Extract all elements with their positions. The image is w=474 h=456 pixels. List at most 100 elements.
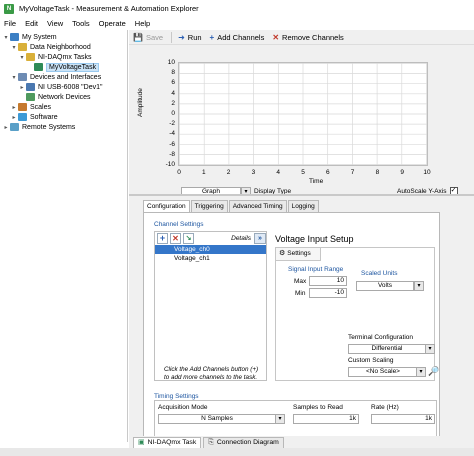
tree-label: Devices and Interfaces (30, 73, 102, 81)
channel-settings-title: Channel Settings (154, 221, 204, 228)
tab-connection-diagram[interactable]: ⎘ Connection Diagram (203, 437, 284, 448)
expand-arrow-icon[interactable]: ▸ (2, 124, 10, 131)
software-icon (18, 113, 27, 121)
tree-item-myvoltagetask[interactable]: MyVoltageTask (34, 62, 100, 72)
x-tick-label: 0 (177, 169, 181, 176)
save-icon: 💾 (133, 32, 143, 42)
add-channels-label: Add Channels (217, 32, 265, 42)
min-input[interactable]: -10 (309, 288, 347, 298)
max-input[interactable]: 10 (309, 276, 347, 286)
expand-arrow-icon[interactable]: ▸ (10, 114, 18, 121)
collapse-arrow-icon[interactable]: ▾ (2, 34, 10, 41)
add-channels-button[interactable]: + Add Channels (210, 33, 265, 42)
dropdown-arrow-icon[interactable]: ▾ (416, 367, 426, 377)
menu-operate[interactable]: Operate (99, 19, 126, 28)
toolbar: 💾 Save ➜ Run + Add Channels ✕ Remove Cha… (129, 30, 474, 45)
bottom-tab-bar: ▣ NI-DAQmx Task ⎘ Connection Diagram (129, 436, 474, 448)
app-icon: N (4, 3, 14, 14)
add-channel-icon[interactable]: + (157, 233, 168, 244)
run-label: Run (187, 32, 202, 42)
devices-icon (18, 73, 27, 81)
expand-arrow-icon[interactable]: ▸ (18, 84, 26, 91)
remote-systems-icon (10, 123, 19, 131)
collapse-arrow-icon[interactable]: ▾ (10, 74, 18, 81)
tree-label: Scales (30, 103, 52, 111)
samples-to-read-input[interactable]: 1k (293, 414, 359, 424)
dropdown-arrow-icon[interactable]: ▾ (275, 414, 285, 424)
y-tick-label: -6 (169, 140, 175, 148)
y-tick-label: -2 (169, 120, 175, 128)
tree-item-devices-interfaces[interactable]: ▾ Devices and Interfaces (10, 72, 101, 82)
x-tick-label: 7 (350, 169, 355, 176)
dropdown-arrow-icon[interactable]: ▾ (414, 281, 424, 291)
tab-logging[interactable]: Logging (287, 200, 319, 212)
tree-item-remote-systems[interactable]: ▸ Remote Systems (2, 122, 75, 132)
rate-input[interactable]: 1k (371, 414, 435, 424)
pin-icon[interactable]: ↘ (183, 233, 194, 244)
details-label: Details (231, 235, 251, 242)
title-bar: N MyVoltageTask - Measurement & Automati… (0, 0, 474, 17)
diagram-icon: ⎘ (208, 439, 214, 446)
tab-daqmx-task[interactable]: ▣ NI-DAQmx Task (133, 437, 202, 448)
folder-icon (18, 43, 27, 51)
min-label: Min (295, 290, 306, 297)
plot-grid (179, 63, 427, 165)
tree-label: Remote Systems (22, 123, 76, 131)
tree-item-usb-6008[interactable]: ▸ NI USB-6008 "Dev1" (18, 82, 103, 92)
max-label: Max (294, 278, 307, 285)
scale-edit-icon[interactable]: 🔎 (428, 366, 439, 377)
y-axis-label: Amplitude (137, 88, 144, 117)
scales-icon (18, 103, 27, 111)
window-title: MyVoltageTask - Measurement & Automation… (19, 4, 199, 13)
menu-edit[interactable]: Edit (25, 19, 38, 28)
menu-file[interactable]: File (4, 19, 16, 28)
menu-help[interactable]: Help (135, 19, 150, 28)
tree-item-scales[interactable]: ▸ Scales (10, 102, 51, 112)
graph-panel: Amplitude 10 8 6 4 2 0 -2 -4 -6 -8 -10 0 1 2 3 4 5 6 7 8 9 1… (129, 45, 474, 197)
dropdown-arrow-icon[interactable]: ▾ (425, 344, 435, 354)
tab-settings[interactable]: ⚙ Settings (276, 248, 321, 261)
x-tick-label: 6 (325, 169, 330, 176)
tree-item-software[interactable]: ▸ Software (10, 112, 58, 122)
collapse-arrow-icon[interactable]: ▾ (10, 44, 18, 51)
tab-triggering[interactable]: Triggering (190, 200, 228, 212)
plot-area[interactable] (178, 62, 428, 166)
expand-details-icon[interactable]: » (254, 233, 266, 244)
channel-item-ch0[interactable]: Voltage_ch0 (155, 245, 266, 254)
scaled-units-select[interactable]: Volts (356, 281, 414, 291)
channel-item-ch1[interactable]: Voltage_ch1 (155, 254, 266, 263)
terminal-config-select[interactable]: Differential (348, 344, 426, 354)
y-tick-label: -4 (169, 130, 175, 138)
tree-item-data-neighborhood[interactable]: ▾ Data Neighborhood (10, 42, 91, 52)
tree-item-network-devices[interactable]: Network Devices (26, 92, 91, 102)
rate-label: Rate (Hz) (371, 404, 399, 411)
terminal-config-label: Terminal Configuration (348, 334, 414, 341)
tree-label: MyVoltageTask (46, 62, 100, 72)
voltage-setup-title: Voltage Input Setup (275, 234, 354, 244)
tree-item-my-system[interactable]: ▾ My System (2, 32, 57, 42)
run-button[interactable]: ➜ Run (178, 33, 201, 42)
tree-item-daqmx-tasks[interactable]: ▾ NI-DAQmx Tasks (18, 52, 92, 62)
menu-bar: File Edit View Tools Operate Help (0, 17, 474, 30)
acquisition-mode-select[interactable]: N Samples (158, 414, 276, 424)
channel-hint-text: Click the Add Channels button (+) to add… (164, 366, 259, 381)
task-icon: ▣ (138, 439, 145, 446)
y-tick-label: 10 (167, 59, 175, 66)
remove-channels-button[interactable]: ✕ Remove Channels (272, 33, 343, 42)
menu-view[interactable]: View (47, 19, 63, 28)
task-icon (34, 63, 43, 71)
folder-icon (26, 53, 35, 61)
x-tick-label: 2 (226, 169, 231, 176)
expand-arrow-icon[interactable]: ▸ (10, 104, 18, 111)
y-tick-label: 2 (171, 99, 175, 107)
save-label: Save (145, 32, 164, 42)
tab-label: Connection Diagram (216, 439, 279, 446)
save-button[interactable]: 💾 Save (133, 33, 163, 42)
x-tick-label: 9 (400, 169, 404, 176)
status-strip (0, 448, 474, 456)
custom-scaling-select[interactable]: <No Scale> (348, 367, 418, 377)
menu-tools[interactable]: Tools (72, 19, 90, 28)
tab-advanced-timing[interactable]: Advanced Timing (228, 200, 287, 212)
remove-channel-icon[interactable]: ✕ (170, 233, 181, 244)
collapse-arrow-icon[interactable]: ▾ (18, 54, 26, 61)
